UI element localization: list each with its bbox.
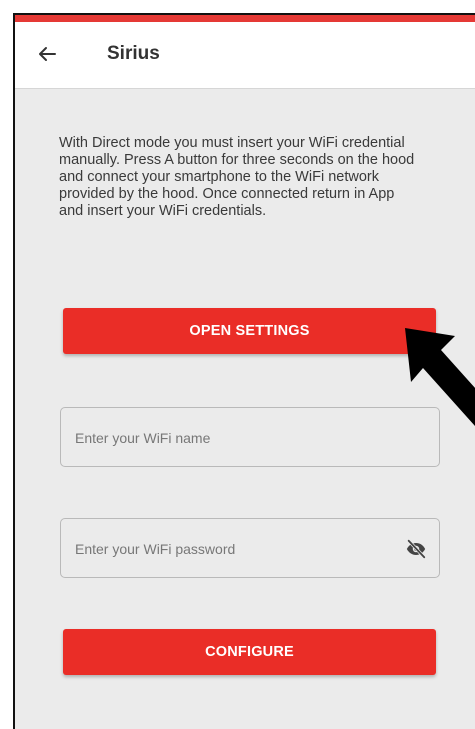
eye-off-icon[interactable] bbox=[405, 538, 427, 560]
wifi-password-field bbox=[60, 518, 440, 579]
wifi-name-field bbox=[60, 407, 440, 468]
app-screen: Sirius With Direct mode you must insert … bbox=[13, 13, 475, 729]
arrow-left-icon[interactable] bbox=[35, 42, 59, 66]
wifi-name-input[interactable] bbox=[73, 408, 377, 468]
open-settings-button[interactable]: OPEN SETTINGS bbox=[63, 308, 436, 354]
pointer-arrow-icon bbox=[405, 328, 475, 426]
app-header: Sirius bbox=[15, 22, 475, 89]
configure-button[interactable]: CONFIGURE bbox=[63, 629, 436, 675]
page-title: Sirius bbox=[107, 43, 160, 64]
instructions-text: With Direct mode you must insert your Wi… bbox=[59, 135, 415, 219]
status-accent-bar bbox=[15, 15, 475, 22]
wifi-password-input[interactable] bbox=[73, 519, 377, 579]
